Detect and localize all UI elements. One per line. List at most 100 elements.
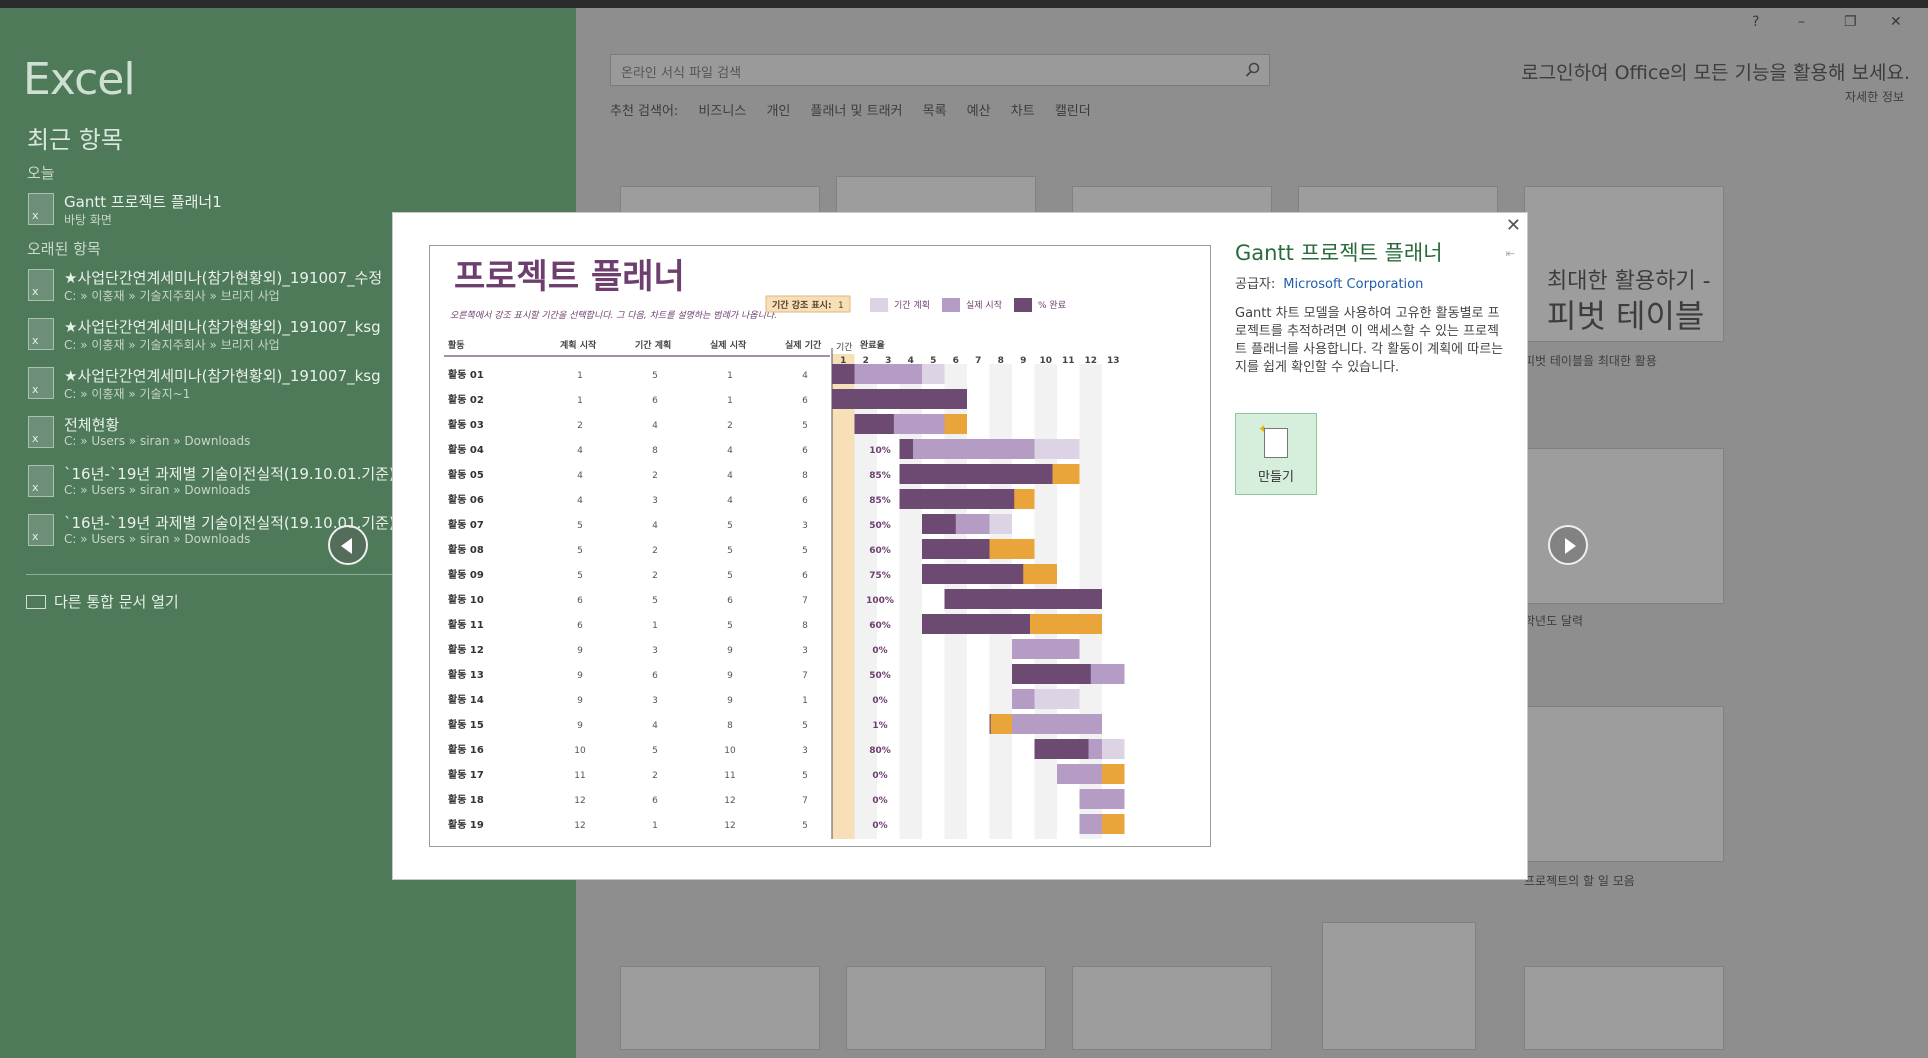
actual-bar [1012,714,1102,734]
template-description: Gantt 차트 모델을 사용하여 고유한 활동별로 프로젝트를 추적하려면 이… [1235,306,1504,375]
tile-caption: 학년도 달력 [1524,614,1584,628]
activity-name: 활동 03 [448,418,484,431]
suggested-link[interactable]: 목록 [923,104,947,119]
period-tick: 7 [975,356,981,366]
activity-value: 6 [802,396,808,406]
complete-bar [854,414,894,434]
open-other-workbooks[interactable]: 다른 통합 문서 열기 [26,591,179,612]
activity-value: 9 [727,646,733,656]
restore-button[interactable]: ❐ [1844,14,1857,30]
pin-icon[interactable]: ⇤ [1506,247,1515,260]
close-window-button[interactable]: ✕ [1890,14,1902,30]
excel-file-icon [28,465,54,497]
template-tile[interactable] [846,966,1046,1050]
activity-name: 활동 01 [448,368,484,381]
column-header: 계획 시작 [560,339,597,351]
template-tile[interactable] [1524,706,1724,862]
highlight-value: 1 [838,301,844,311]
close-dialog-button[interactable]: ✕ [1506,215,1521,236]
complete-bar [899,439,913,459]
create-button[interactable]: ✦ 만들기 [1235,413,1317,495]
suggested-link[interactable]: 예산 [967,104,991,119]
template-search[interactable]: 온라인 서식 파일 검색 [610,54,1270,86]
activity-value: 5 [727,621,733,631]
file-name: Gantt 프로젝트 플래너1 [64,193,222,211]
complete-bar [832,389,967,409]
period-tick: 10 [1039,356,1052,366]
activity-value: 3 [652,646,658,656]
activity-value: 4 [577,446,583,456]
period-tick: 11 [1062,356,1075,366]
activity-name: 활동 12 [448,643,484,656]
suggested-link[interactable]: 비즈니스 [698,104,746,119]
complete-bar [1034,739,1089,759]
activity-value: 1 [577,396,583,406]
template-tile[interactable] [1072,966,1272,1050]
activity-value: 2 [652,571,658,581]
suggested-link[interactable]: 플래너 및 트래커 [811,104,903,119]
more-info-link[interactable]: 자세한 정보 [1845,88,1904,105]
period-tick: 12 [1084,356,1097,366]
activity-value: 2 [652,771,658,781]
activity-value: 6 [577,596,583,606]
excel-file-icon [28,193,54,225]
activity-name: 활동 02 [448,393,484,406]
activity-value: 12 [724,821,735,831]
activity-name: 활동 05 [448,468,484,481]
activity-value: 2 [727,421,733,431]
next-template-button[interactable] [1548,525,1588,565]
activity-value: 5 [577,571,583,581]
excel-backstage: Excel 최근 항목 오늘 Gantt 프로젝트 플래너1 바탕 화면 오래된… [0,0,1928,1058]
template-tile[interactable] [620,966,820,1050]
activity-name: 활동 06 [448,493,484,506]
activity-value: 9 [577,696,583,706]
suggested-link[interactable]: 개인 [766,104,790,119]
period-column [899,364,922,839]
gantt-preview: 프로젝트 플래너 오른쪽에서 강조 표시할 기간을 선택합니다. 그 다음, 차… [444,257,1125,839]
activity-name: 활동 11 [448,618,484,631]
activity-value: 6 [577,621,583,631]
actual-bar [1012,639,1080,659]
suggested-link[interactable]: 캘린더 [1055,104,1091,119]
activity-value: 2 [577,421,583,431]
legend-swatch [870,298,888,312]
activity-value: 5 [652,596,658,606]
template-tile[interactable] [1524,966,1724,1050]
publisher-link[interactable]: Microsoft Corporation [1283,277,1423,292]
activity-value: 8 [802,621,808,631]
activity-value: 4 [577,471,583,481]
activity-value: 1 [727,371,733,381]
activity-name: 활동 04 [448,443,484,456]
activity-value: 1 [652,621,658,631]
legend-label: % 완료 [1038,300,1066,311]
activity-value: 4 [577,496,583,506]
column-header: 기간 계획 [635,339,671,351]
activity-value: 5 [577,546,583,556]
template-tile[interactable] [1322,922,1476,1050]
search-icon[interactable] [1245,62,1261,78]
percent-complete: 0% [872,796,887,806]
search-input[interactable]: 온라인 서식 파일 검색 [621,62,741,81]
activity-value: 5 [802,546,808,556]
suggested-link[interactable]: 차트 [1011,104,1035,119]
beyond-plan-bar [1102,814,1125,834]
activity-value: 5 [727,521,733,531]
template-tile-pivot[interactable]: 최대한 활용하기 - 피벗 테이블 [1524,186,1724,342]
excel-file-icon [28,318,54,350]
activity-value: 5 [802,821,808,831]
minimize-button[interactable]: – [1798,14,1805,30]
group-today-label: 오늘 [27,164,55,182]
suggested-searches: 추천 검색어: 비즈니스 개인 플래너 및 트래커 목록 예산 차트 캘린더 [610,100,1107,119]
recent-title: 최근 항목 [27,126,123,154]
beyond-plan-bar [944,414,967,434]
activity-value: 3 [802,746,808,756]
help-button[interactable]: ? [1752,14,1759,30]
activity-value: 6 [652,796,658,806]
previous-template-button[interactable] [328,525,368,565]
create-label: 만들기 [1258,470,1294,485]
signin-prompt[interactable]: 로그인하여 Office의 모든 기능을 활용해 보세요. [1521,58,1910,85]
percent-complete: 50% [869,521,891,531]
percent-complete: 60% [869,621,891,631]
template-tile[interactable] [1524,448,1724,604]
pivot-tile-line2: 피벗 테이블 [1547,297,1705,335]
